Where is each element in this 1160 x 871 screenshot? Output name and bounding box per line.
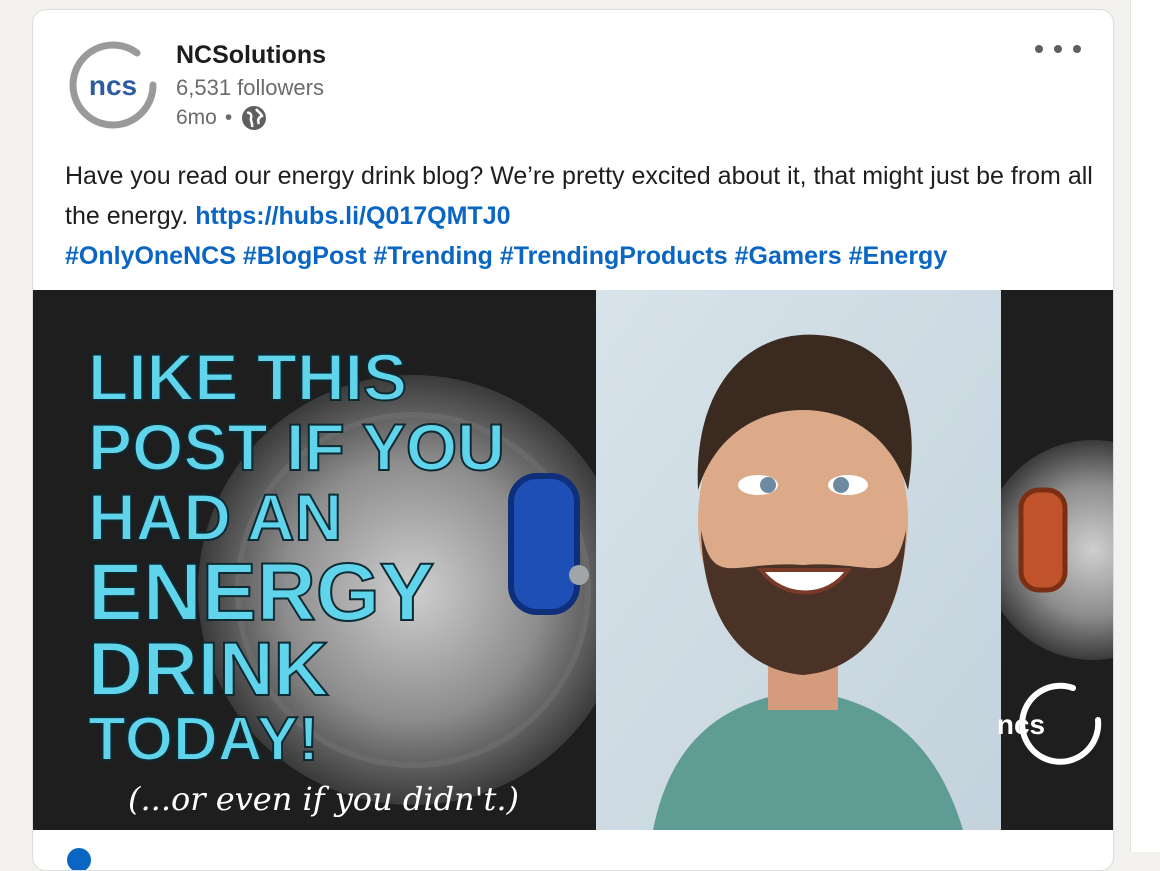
reaction-icon	[67, 848, 91, 870]
author-name[interactable]: NCSolutions	[176, 40, 326, 70]
post-image[interactable]: ncs LIKE THIS POST IF YOU HAD AN ENERGY …	[33, 290, 1113, 830]
post-image-graphic: ncs LIKE THIS POST IF YOU HAD AN ENERGY …	[33, 290, 1113, 830]
headline-line-4: ENERGY	[88, 547, 434, 638]
more-options-icon[interactable]	[1033, 36, 1083, 62]
post-link[interactable]: https://hubs.li/Q017QMTJ0	[195, 202, 510, 230]
can-tab-blue	[508, 473, 580, 615]
headline-subline: (...or even if you didn't.)	[128, 780, 519, 818]
follower-count: 6,531 followers	[176, 75, 324, 100]
post-body: Have you read our energy drink blog? We’…	[65, 156, 1095, 276]
hashtag-only-one-ncs[interactable]: #OnlyOneNCS	[65, 242, 236, 270]
hashtag-blog-post[interactable]: #BlogPost	[243, 242, 367, 270]
author-block: NCSolutions 6,531 followers 6mo •	[176, 40, 326, 132]
headline-line-5: DRINK	[88, 627, 329, 712]
hashtag-energy[interactable]: #Energy	[849, 242, 948, 270]
hashtag-list: #OnlyOneNCS #BlogPost #Trending #Trendin…	[65, 242, 947, 270]
globe-icon	[242, 106, 267, 130]
logo-text: ncs	[89, 70, 137, 101]
post-footer	[33, 830, 1113, 870]
headline-line-3: HAD AN	[88, 480, 342, 554]
hashtag-trending[interactable]: #Trending	[373, 242, 492, 270]
hashtag-gamers[interactable]: #Gamers	[735, 242, 842, 270]
company-logo[interactable]: ncs	[65, 37, 161, 133]
headline-line-1: LIKE THIS	[88, 340, 407, 414]
headline-line-2: POST IF YOU	[88, 410, 505, 484]
meta-separator: •	[224, 106, 233, 129]
right-rail	[1130, 0, 1160, 852]
post-time: 6mo	[176, 106, 217, 129]
hashtag-trending-products[interactable]: #TrendingProducts	[500, 242, 728, 270]
can-tab-orange	[1018, 487, 1068, 593]
post-meta: 6mo •	[176, 104, 326, 132]
feed-post-card: ncs NCSolutions 6,531 followers 6mo • Ha…	[32, 9, 1114, 871]
headline-line-6: TODAY!	[88, 705, 319, 774]
badge-text: ncs	[997, 709, 1045, 740]
